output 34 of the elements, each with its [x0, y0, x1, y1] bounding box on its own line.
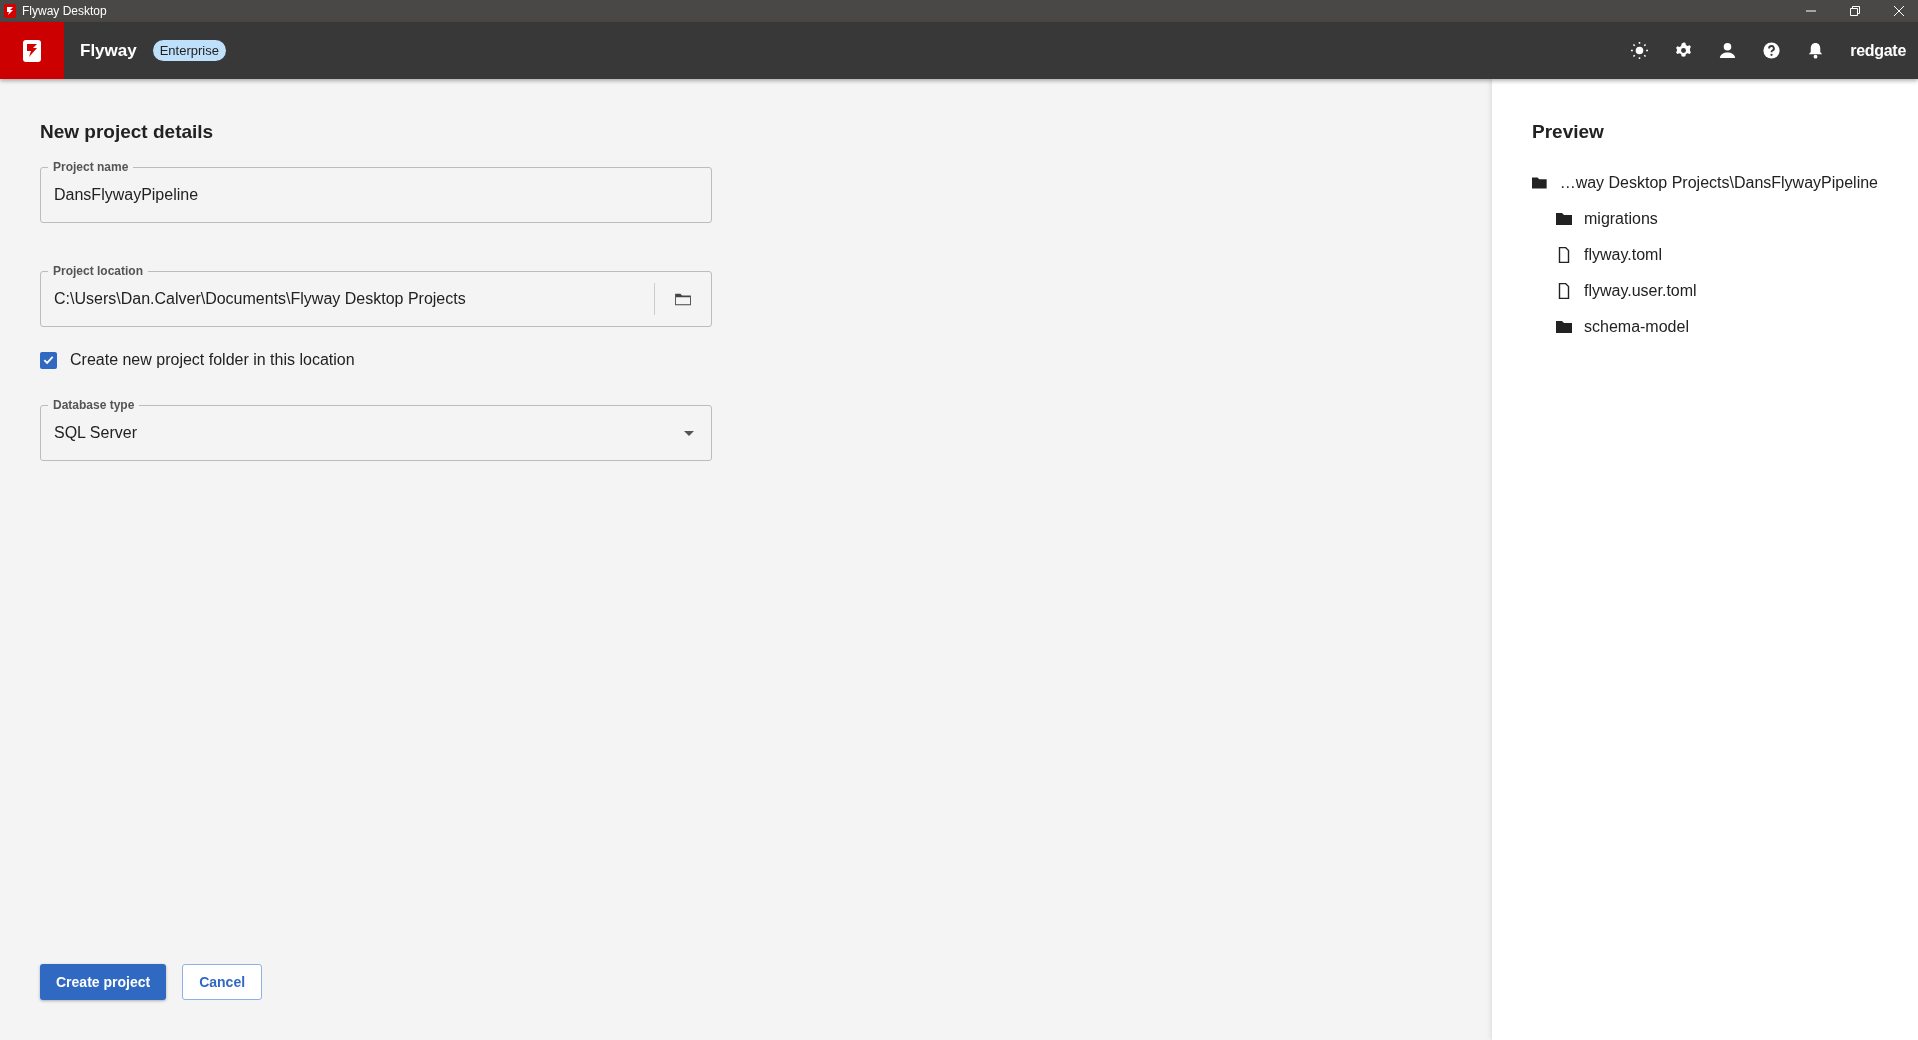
file-icon: [1556, 283, 1572, 299]
cancel-button[interactable]: Cancel: [182, 964, 263, 1000]
input-field[interactable]: Project name DansFlywayPipeline: [40, 160, 712, 223]
logo-tile[interactable]: [0, 22, 64, 79]
tree-item: schema-model: [1584, 318, 1689, 336]
form-title: New project details: [40, 121, 215, 143]
checkbox-label[interactable]: Create new project folder in this location: [70, 351, 355, 369]
edition-badge: Enterprise: [152, 40, 226, 61]
tree-item: flyway.toml: [1584, 246, 1662, 264]
logo-icon: [23, 39, 41, 62]
help-icon[interactable]: [1762, 41, 1782, 60]
file-icon: [1556, 247, 1572, 263]
folder-icon: [1532, 177, 1547, 189]
caret-icon: [684, 430, 694, 436]
restore-icon[interactable]: [1850, 6, 1860, 16]
input-field[interactable]: Project location C:\Users\Dan.Calver\Documents\Flyway Desktop Projects: [40, 264, 712, 327]
checkbox[interactable]: [40, 351, 57, 369]
user-icon[interactable]: [1718, 41, 1738, 60]
tree-item: …way Desktop Projects\DansFlywayPipeline: [1559, 174, 1878, 192]
brand-logo: redgate: [1850, 41, 1906, 60]
folder-icon: [1556, 321, 1572, 333]
preview-title: Preview: [1532, 121, 1605, 143]
create-button[interactable]: Create project: [40, 964, 167, 1000]
product-name: Flyway: [80, 40, 137, 61]
app-logo-icon: [4, 4, 16, 18]
theme-icon[interactable]: [1630, 41, 1650, 60]
folder-icon: [1556, 213, 1572, 225]
dropdown-field[interactable]: Database type SQL Server: [40, 398, 712, 461]
window-title: Flyway Desktop: [22, 4, 107, 18]
settings-icon[interactable]: [1674, 41, 1694, 60]
tree-item: migrations: [1584, 210, 1658, 228]
close-icon[interactable]: [1894, 6, 1904, 16]
tree-item: flyway.user.toml: [1584, 282, 1697, 300]
folder-icon: [674, 292, 692, 306]
